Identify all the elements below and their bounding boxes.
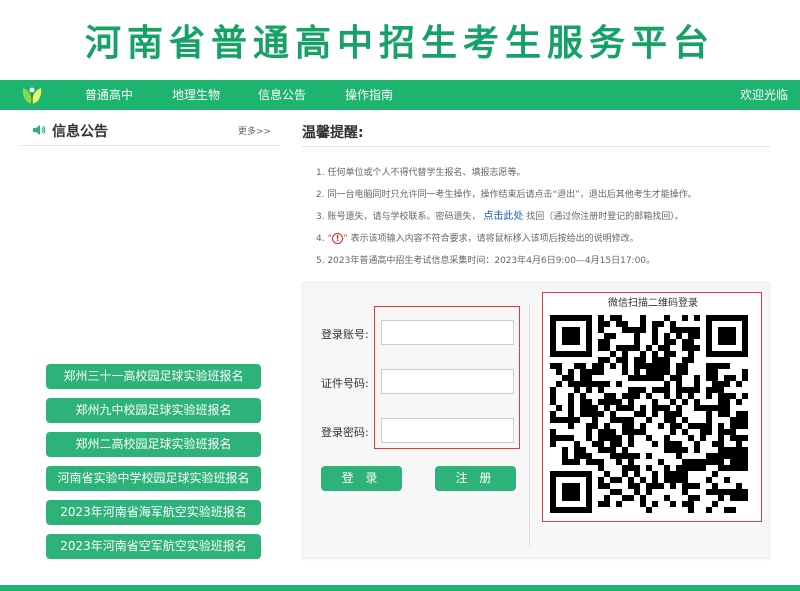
tip-item: 3. 账号遗失，请与学校联系。密码遗失， 点击此处 找回（通过你注册时登记的邮箱…: [316, 210, 776, 232]
leaf-logo-icon: [22, 87, 42, 104]
speaker-icon: [33, 125, 46, 135]
account-label: 登录账号:: [321, 328, 369, 341]
info-header: 信息公告 更多>>: [20, 116, 280, 146]
warning-icon: !: [332, 233, 344, 244]
tips-title: 温馨提醒:: [302, 125, 364, 141]
nav-item-operation-guide[interactable]: 操作指南: [345, 80, 393, 110]
tip-item: 1. 任何单位或个人不得代替学生报名、填报志愿等。: [316, 166, 776, 188]
tip-text: 3. 账号遗失，请与学校联系。密码遗失，: [316, 212, 481, 222]
tip-item: 5. 2023年普通高中招生考试信息采集时间：2023年4月6日9:00—4月1…: [316, 254, 776, 276]
register-button[interactable]: 注 册: [435, 466, 516, 491]
password-input[interactable]: [381, 418, 514, 443]
panel-divider: [529, 305, 530, 547]
tip-text: 找回（通过你注册时登记的邮箱找回）。: [526, 212, 684, 222]
tip-item: 2. 同一台电脑同时只允许同一考生操作，操作结束后请点击“退出”，退出后其他考生…: [316, 188, 776, 210]
signup-button-henan-exp-football[interactable]: 河南省实验中学校园足球实验班报名: [46, 466, 261, 491]
nav-item-regular-high-school[interactable]: 普通高中: [85, 80, 133, 110]
password-label: 登录密码:: [321, 426, 369, 439]
tip-text: 2. 同一台电脑同时只允许同一考生操作，操作结束后请点击“退出”，退出后其他考生…: [316, 190, 697, 200]
wechat-qr-code-icon[interactable]: [548, 313, 750, 515]
signup-button-zz2-football[interactable]: 郑州二高校园足球实验班报名: [46, 432, 261, 457]
tip-text: 5. 2023年普通高中招生考试信息采集时间：2023年4月6日9:00—4月1…: [316, 256, 656, 266]
more-link[interactable]: 更多>>: [238, 124, 271, 137]
qr-login-box: 微信扫描二维码登录: [542, 292, 762, 522]
login-button[interactable]: 登 录: [321, 466, 402, 491]
header-banner: 河南省普通高中招生考生服务平台: [0, 0, 800, 80]
signup-button-navy-aviation[interactable]: 2023年河南省海军航空实验班报名: [46, 500, 261, 525]
footer-bar: [0, 585, 800, 591]
signup-button-zz31-football[interactable]: 郑州三十一高校园足球实验班报名: [46, 364, 261, 389]
info-title: 信息公告: [52, 124, 108, 140]
nav-item-geography-biology[interactable]: 地理生物: [172, 80, 220, 110]
tips-list: 1. 任何单位或个人不得代替学生报名、填报志愿等。 2. 同一台电脑同时只允许同…: [316, 166, 776, 276]
tip-text: 4. “: [316, 234, 333, 244]
nav-item-announcements[interactable]: 信息公告: [258, 80, 306, 110]
welcome-text: 欢迎光临: [739, 88, 788, 102]
tip-item: 4. “!” 表示该项输入内容不符合要求，请将鼠标移入该项后按给出的说明修改。: [316, 232, 776, 254]
id-number-input[interactable]: [381, 369, 514, 394]
recover-password-link[interactable]: 点击此处: [483, 211, 523, 222]
tip-text: 1. 任何单位或个人不得代替学生报名、填报志愿等。: [316, 168, 526, 178]
signup-button-airforce-aviation[interactable]: 2023年河南省空军航空实验班报名: [46, 534, 261, 559]
top-navbar: 普通高中 地理生物 信息公告 操作指南 欢迎光临: [0, 80, 800, 110]
login-panel: 登录账号: 证件号码: 登录密码: 登 录 注 册 微信扫描二维码登录: [302, 282, 770, 558]
id-number-label: 证件号码:: [321, 377, 369, 390]
account-input[interactable]: [381, 320, 514, 345]
qr-caption: 微信扫描二维码登录: [608, 298, 698, 309]
tips-divider: [302, 146, 770, 147]
tip-text: ” 表示该项输入内容不符合要求，请将鼠标移入该项后按给出的说明修改。: [343, 234, 639, 244]
signup-button-zz9-football[interactable]: 郑州九中校园足球实验班报名: [46, 398, 261, 423]
site-title: 河南省普通高中招生考生服务平台: [84, 23, 715, 64]
